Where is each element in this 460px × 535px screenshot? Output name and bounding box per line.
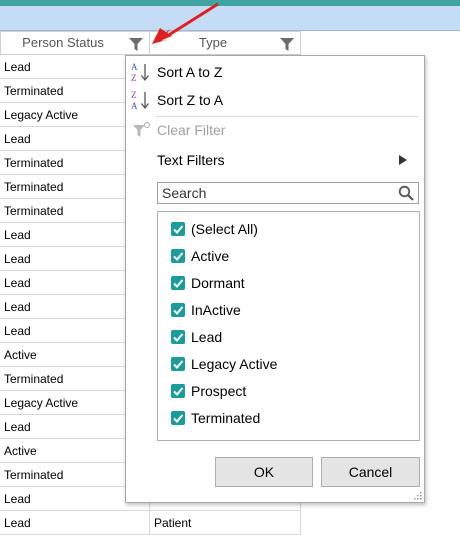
checklist-item[interactable]: Legacy Active xyxy=(171,353,391,375)
checkmark-icon xyxy=(173,414,184,423)
checkmark-icon xyxy=(173,252,184,261)
svg-text:A: A xyxy=(131,101,138,111)
clear-filter-item[interactable]: Clear Filter xyxy=(126,116,424,144)
text-filters-label: Text Filters xyxy=(157,152,225,168)
checklist-item[interactable]: Prospect xyxy=(171,380,391,402)
checkbox[interactable] xyxy=(171,222,185,236)
svg-text:Z: Z xyxy=(131,73,137,83)
checkbox[interactable] xyxy=(171,384,185,398)
magnifier-icon[interactable] xyxy=(398,185,414,201)
checklist-item[interactable]: Lead xyxy=(171,326,391,348)
funnel-clear-icon xyxy=(133,121,151,137)
filter-dropdown: A Z Sort A to Z Z A Sort Z to A Clear Fi… xyxy=(125,55,425,503)
checklist-item-label: Terminated xyxy=(191,410,261,426)
sort-az-icon: A Z xyxy=(131,62,150,83)
checkbox[interactable] xyxy=(171,276,185,290)
search-box[interactable] xyxy=(157,182,419,204)
checklist-item-label: Active xyxy=(191,248,230,264)
clear-filter-label: Clear Filter xyxy=(157,122,226,138)
funnel-icon[interactable] xyxy=(280,38,294,51)
cancel-button[interactable]: Cancel xyxy=(321,457,420,487)
checklist-item[interactable]: InActive xyxy=(171,299,391,321)
checkbox[interactable] xyxy=(171,357,185,371)
checklist-item[interactable]: Dormant xyxy=(171,272,391,294)
type-cell[interactable]: Patient xyxy=(150,511,301,535)
checklist-item-label: Lead xyxy=(191,329,223,345)
checkbox[interactable] xyxy=(171,249,185,263)
text-filters-item[interactable]: Text Filters xyxy=(126,146,424,174)
ribbon-bar xyxy=(0,6,460,31)
sort-a-to-z-item[interactable]: A Z Sort A to Z xyxy=(126,58,424,86)
checklist-item[interactable]: Terminated xyxy=(171,407,391,429)
ok-button[interactable]: OK xyxy=(215,457,313,487)
sort-a-to-z-label: Sort A to Z xyxy=(157,64,223,80)
search-input[interactable] xyxy=(158,183,398,203)
checkmark-icon xyxy=(173,306,184,315)
svg-text:Z: Z xyxy=(131,90,137,100)
column-header-label: Person Status xyxy=(22,35,104,50)
checkmark-icon xyxy=(173,333,184,342)
table-row[interactable]: Lead Patient xyxy=(0,511,301,535)
chevron-right-icon xyxy=(399,155,407,165)
checkbox[interactable] xyxy=(171,303,185,317)
svg-text:A: A xyxy=(131,62,138,72)
checklist-item-label: InActive xyxy=(191,302,241,318)
checkbox[interactable] xyxy=(171,330,185,344)
value-checklist: (Select All) Active Dormant InActive Lead Leg… xyxy=(157,211,420,441)
checklist-item-label: (Select All) xyxy=(191,221,258,237)
checkmark-icon xyxy=(173,279,184,288)
resize-grip-icon[interactable] xyxy=(414,492,422,500)
sort-z-to-a-item[interactable]: Z A Sort Z to A xyxy=(126,86,424,114)
annotation-arrow xyxy=(152,2,219,44)
checklist-item[interactable]: (Select All) xyxy=(171,218,391,240)
checklist-item[interactable]: Active xyxy=(171,245,391,267)
checklist-item-label: Legacy Active xyxy=(191,356,278,372)
checkmark-icon xyxy=(173,225,184,234)
funnel-icon[interactable] xyxy=(129,38,143,51)
checkmark-icon xyxy=(173,387,184,396)
checklist-item-label: Prospect xyxy=(191,383,247,399)
person-status-cell[interactable]: Lead xyxy=(0,511,150,535)
checklist-item-label: Dormant xyxy=(191,275,245,291)
column-header-person-status[interactable]: Person Status xyxy=(0,31,150,55)
checkbox[interactable] xyxy=(171,411,185,425)
sort-za-icon: Z A xyxy=(131,90,150,111)
checkmark-icon xyxy=(173,360,184,369)
sort-z-to-a-label: Sort Z to A xyxy=(157,92,224,108)
